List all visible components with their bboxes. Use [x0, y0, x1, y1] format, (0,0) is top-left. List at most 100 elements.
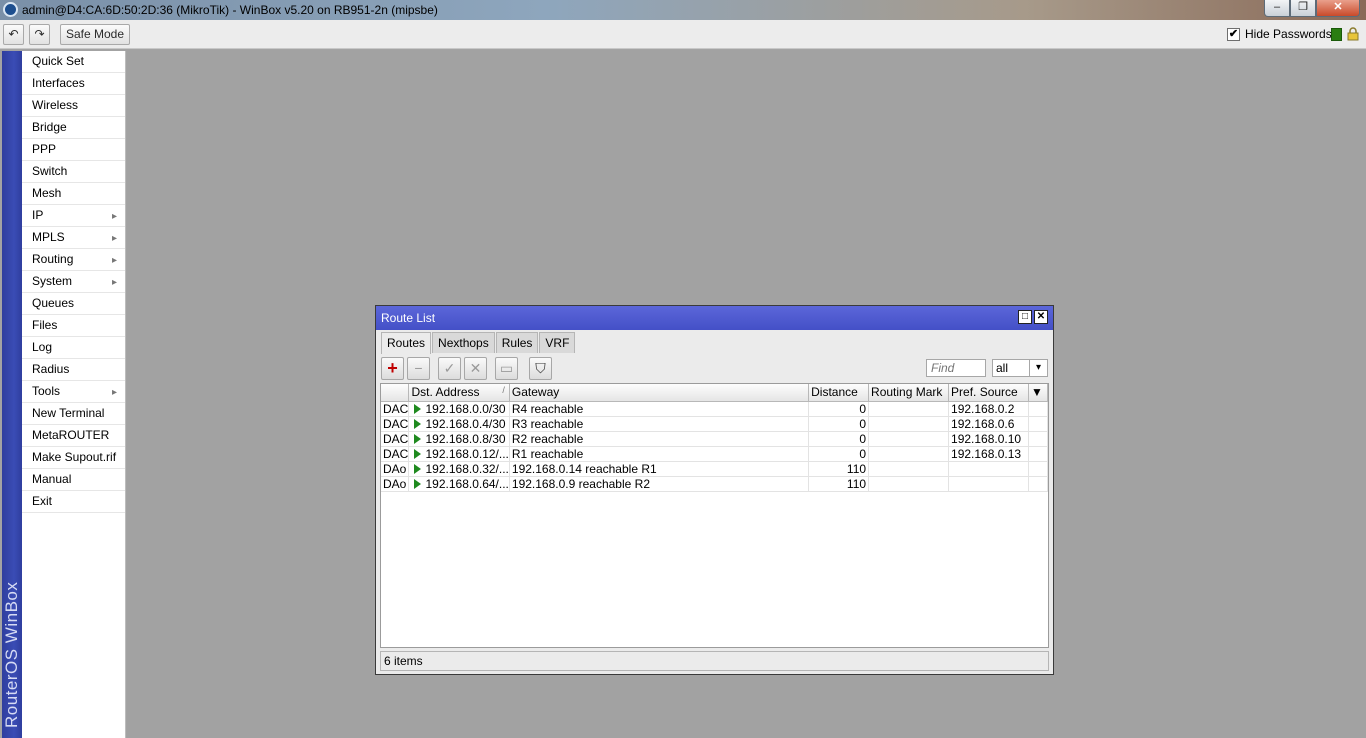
sidebar-item-system[interactable]: System ▸: [22, 271, 125, 293]
sidebar-item-label: Interfaces: [32, 76, 85, 90]
route-table: Dst. Address / Gateway Distance Routing M…: [380, 383, 1049, 648]
sidebar-item-switch[interactable]: Switch: [22, 161, 125, 183]
submenu-arrow-icon: ▸: [111, 233, 117, 244]
sidebar-item-ip[interactable]: IP ▸: [22, 205, 125, 227]
chevron-down-icon[interactable]: ▾: [1029, 360, 1047, 376]
route-mark: [868, 416, 950, 432]
col-flags[interactable]: [381, 384, 410, 402]
route-gateway: R3 reachable: [509, 416, 810, 432]
sidebar-item-metarouter[interactable]: MetaROUTER: [22, 425, 125, 447]
route-dst: 192.168.0.32/...: [408, 461, 510, 477]
route-flags: DAo: [381, 476, 410, 492]
route-dst: 192.168.0.64/...: [408, 476, 510, 492]
route-list-title[interactable]: Route List: [376, 306, 1053, 330]
submenu-arrow-icon: ▸: [111, 211, 117, 222]
filter-button[interactable]: ⛉: [529, 357, 552, 380]
route-pref-src: [948, 461, 1029, 477]
route-pref-src: [948, 476, 1029, 492]
close-button[interactable]: ✕: [1316, 0, 1360, 17]
tab-nexthops[interactable]: Nexthops: [432, 332, 495, 353]
sidebar-item-files[interactable]: Files: [22, 315, 125, 337]
route-gateway: R2 reachable: [509, 431, 810, 447]
tab-routes[interactable]: Routes: [381, 332, 432, 354]
comment-button[interactable]: ▭: [495, 357, 518, 380]
sidebar-item-label: Radius: [32, 362, 70, 376]
sidebar-item-bridge[interactable]: Bridge: [22, 117, 125, 139]
table-row[interactable]: DAC 192.168.0.4/30 R3 reachable 0 192.16…: [381, 416, 1048, 432]
sidebar-item-mpls[interactable]: MPLS ▸: [22, 227, 125, 249]
sidebar-item-label: MPLS: [32, 230, 65, 244]
route-extra: [1028, 401, 1048, 417]
undo-button[interactable]: ↶: [3, 24, 24, 45]
table-row[interactable]: DAo 192.168.0.64/... 192.168.0.9 reachab…: [381, 476, 1048, 492]
find-input[interactable]: [926, 359, 986, 377]
sidebar-item-quick-set[interactable]: Quick Set: [22, 51, 125, 73]
route-flags: DAo: [381, 461, 410, 477]
sidebar-item-ppp[interactable]: PPP: [22, 139, 125, 161]
sidebar-item-interfaces[interactable]: Interfaces: [22, 73, 125, 95]
table-row[interactable]: DAC 192.168.0.12/... R1 reachable 0 192.…: [381, 446, 1048, 462]
route-active-icon: [414, 418, 422, 429]
sidebar-item-label: Make Supout.rif: [32, 450, 117, 464]
sidebar-item-radius[interactable]: Radius: [22, 359, 125, 381]
route-pref-src: 192.168.0.13: [948, 446, 1029, 462]
window-title: admin@D4:CA:6D:50:2D:36 (MikroTik) - Win…: [22, 3, 438, 17]
route-extra: [1028, 431, 1048, 447]
sidebar-item-exit[interactable]: Exit: [22, 491, 125, 513]
col-routing-mark[interactable]: Routing Mark: [868, 384, 950, 402]
sidebar-item-queues[interactable]: Queues: [22, 293, 125, 315]
sidebar-item-label: Tools: [32, 384, 61, 398]
sidebar-item-label: Exit: [32, 494, 53, 508]
sidebar-item-manual[interactable]: Manual: [22, 469, 125, 491]
close-icon[interactable]: ✕: [1034, 310, 1048, 324]
route-flags: DAC: [381, 431, 410, 447]
sort-icon: /: [502, 385, 505, 395]
window-titlebar: admin@D4:CA:6D:50:2D:36 (MikroTik) - Win…: [0, 0, 1366, 20]
redo-button[interactable]: ↷: [29, 24, 50, 45]
tab-vrf[interactable]: VRF: [539, 332, 576, 353]
restore-button[interactable]: ❐: [1290, 0, 1316, 17]
lock-icon: [1347, 27, 1359, 41]
sidebar-item-wireless[interactable]: Wireless: [22, 95, 125, 117]
minimize-button[interactable]: ‒: [1264, 0, 1290, 17]
sidebar-item-label: Routing: [32, 252, 74, 266]
status-bar: 6 items: [380, 651, 1049, 671]
sidebar-item-log[interactable]: Log: [22, 337, 125, 359]
add-button[interactable]: +: [381, 357, 404, 380]
table-row[interactable]: DAo 192.168.0.32/... 192.168.0.14 reacha…: [381, 461, 1048, 477]
hide-passwords-toggle[interactable]: ✔ Hide Passwords: [1227, 27, 1332, 41]
column-menu-icon[interactable]: ▼: [1028, 384, 1048, 402]
tab-rules[interactable]: Rules: [495, 332, 539, 353]
col-distance[interactable]: Distance: [808, 384, 870, 402]
safe-mode-button[interactable]: Safe Mode: [60, 24, 130, 45]
disable-button[interactable]: ✕: [464, 357, 487, 380]
route-pref-src: 192.168.0.6: [948, 416, 1029, 432]
enable-button[interactable]: ✓: [438, 357, 461, 380]
route-dst: 192.168.0.4/30: [408, 416, 510, 432]
sidebar-item-label: New Terminal: [32, 406, 105, 420]
sidebar-item-label: Bridge: [32, 120, 67, 134]
sidebar-item-routing[interactable]: Routing ▸: [22, 249, 125, 271]
route-dst-value: 192.168.0.64/...: [425, 476, 509, 491]
sidebar-menu: Quick Set Interfaces Wireless Bridge PPP…: [22, 51, 126, 738]
sidebar-item-new-terminal[interactable]: New Terminal: [22, 403, 125, 425]
table-row[interactable]: DAC 192.168.0.0/30 R4 reachable 0 192.16…: [381, 401, 1048, 417]
col-gateway[interactable]: Gateway: [509, 384, 810, 402]
main-toolbar: ↶ ↷ Safe Mode ✔ Hide Passwords: [0, 20, 1366, 49]
sidebar-item-label: Quick Set: [32, 54, 85, 68]
col-pref-source[interactable]: Pref. Source: [948, 384, 1029, 402]
sidebar-item-mesh[interactable]: Mesh: [22, 183, 125, 205]
route-gateway: 192.168.0.14 reachable R1: [509, 461, 810, 477]
hide-passwords-checkbox[interactable]: ✔: [1227, 27, 1240, 41]
route-distance: 0: [808, 446, 870, 462]
sidebar-item-tools[interactable]: Tools ▸: [22, 381, 125, 403]
remove-button[interactable]: −: [407, 357, 430, 380]
route-dst: 192.168.0.8/30: [408, 431, 510, 447]
maximize-icon[interactable]: □: [1018, 310, 1032, 324]
col-dst-address[interactable]: Dst. Address /: [408, 384, 510, 402]
sidebar-item-make-supout[interactable]: Make Supout.rif: [22, 447, 125, 469]
filter-select[interactable]: all ▾: [992, 359, 1048, 377]
route-active-icon: [414, 448, 422, 459]
route-distance: 0: [808, 401, 870, 417]
table-row[interactable]: DAC 192.168.0.8/30 R2 reachable 0 192.16…: [381, 431, 1048, 447]
